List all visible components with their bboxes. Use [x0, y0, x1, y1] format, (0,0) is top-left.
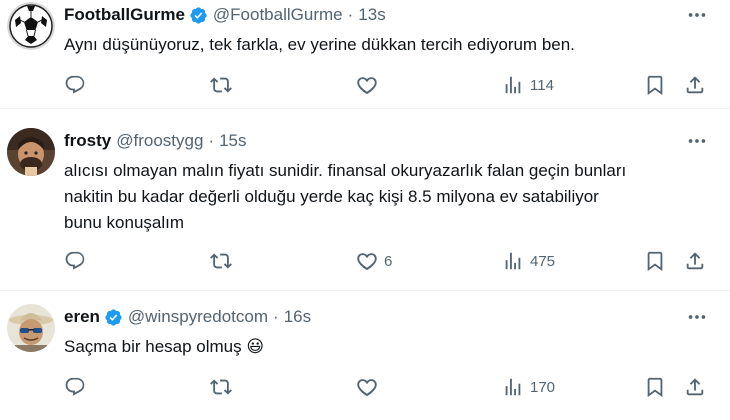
- share-icon: [686, 76, 704, 94]
- tweet[interactable]: FootballGurme @FootballGurme · 13s Aynı …: [0, 0, 730, 104]
- separator-dot: ·: [347, 5, 354, 24]
- retweet-button[interactable]: [210, 72, 232, 98]
- bookmark-icon: [647, 75, 663, 96]
- display-name[interactable]: eren: [64, 307, 100, 327]
- like-button[interactable]: 6: [356, 248, 392, 274]
- tweet-text: alıcısı olmayan malın fiyatı sunidir. fi…: [64, 158, 714, 236]
- bookmark-button[interactable]: [644, 374, 666, 400]
- share-button[interactable]: [684, 374, 706, 400]
- share-icon: [686, 252, 704, 270]
- tweet-text-line: bunu konuşalım: [64, 213, 185, 232]
- tweet-text-line: Saçma bir hesap olmuş 😃: [64, 337, 265, 356]
- display-name[interactable]: FootballGurme: [64, 5, 185, 25]
- separator-dot: ·: [208, 131, 215, 150]
- tweet-text-line: alıcısı olmayan malın fiyatı sunidir. fi…: [64, 161, 627, 180]
- share-button[interactable]: [684, 248, 706, 274]
- timestamp[interactable]: 15s: [219, 131, 246, 151]
- tweet[interactable]: eren @winspyredotcom · 16s Saçma bir hes…: [0, 298, 730, 420]
- reply-button[interactable]: [64, 374, 86, 400]
- divider: [0, 108, 730, 109]
- reply-icon: [65, 75, 85, 94]
- bookmark-button[interactable]: [644, 248, 666, 274]
- display-name[interactable]: frosty: [64, 131, 111, 151]
- bookmark-button[interactable]: [644, 72, 666, 98]
- tweet[interactable]: frosty @froostygg · 15s alıcısı olmayan …: [0, 122, 730, 288]
- more-options-icon[interactable]: [686, 306, 708, 328]
- verified-badge-icon: [105, 308, 122, 326]
- tweet-text: Saçma bir hesap olmuş 😃: [64, 334, 714, 360]
- reply-button[interactable]: [64, 72, 86, 98]
- tweet-header: eren @winspyredotcom · 16s: [64, 306, 311, 328]
- bookmark-icon: [647, 251, 663, 272]
- tweet-header: FootballGurme @FootballGurme · 13s: [64, 4, 386, 26]
- bookmark-icon: [647, 377, 663, 398]
- avatar[interactable]: [7, 128, 55, 176]
- separator-dot: ·: [273, 307, 279, 326]
- like-button[interactable]: [356, 72, 384, 98]
- reply-button[interactable]: [64, 248, 86, 274]
- heart-icon: [357, 77, 377, 95]
- handle[interactable]: @winspyredotcom: [128, 307, 268, 327]
- timestamp[interactable]: 13s: [358, 5, 385, 25]
- soccer-ball-icon: [7, 2, 55, 50]
- more-options-icon[interactable]: [686, 130, 708, 152]
- man-with-hat-avatar: [7, 304, 55, 352]
- retweet-icon: [210, 77, 232, 93]
- divider: [0, 290, 730, 291]
- retweet-icon: [210, 253, 232, 269]
- tweet-text-line: Aynı düşünüyoruz, tek farkla, ev yerine …: [64, 35, 575, 54]
- action-bar: 6 475: [0, 248, 730, 274]
- reply-icon: [65, 251, 85, 270]
- views-button[interactable]: 114: [502, 72, 554, 98]
- more-options-icon[interactable]: [686, 4, 708, 26]
- view-count: 170: [530, 378, 556, 396]
- tweet-text: Aynı düşünüyoruz, tek farkla, ev yerine …: [64, 32, 714, 58]
- retweet-button[interactable]: [210, 374, 232, 400]
- analytics-icon: [505, 378, 521, 396]
- action-bar: 114: [0, 72, 730, 98]
- action-bar: 170: [0, 374, 730, 400]
- man-photo-avatar: [7, 128, 55, 176]
- avatar[interactable]: [7, 2, 55, 50]
- share-button[interactable]: [684, 72, 706, 98]
- analytics-icon: [505, 252, 521, 270]
- timestamp[interactable]: 16s: [284, 307, 311, 327]
- tweet-header: frosty @froostygg · 15s: [64, 130, 247, 152]
- handle[interactable]: @FootballGurme: [213, 5, 343, 25]
- verified-badge-icon: [190, 6, 207, 24]
- heart-icon: [357, 379, 377, 397]
- view-count: 114: [530, 76, 554, 94]
- views-button[interactable]: 170: [502, 374, 555, 400]
- reply-icon: [65, 377, 85, 396]
- heart-icon: [357, 253, 377, 271]
- analytics-icon: [505, 76, 521, 94]
- views-button[interactable]: 475: [502, 248, 555, 274]
- retweet-button[interactable]: [210, 248, 232, 274]
- like-count: 6: [384, 252, 393, 270]
- handle[interactable]: @froostygg: [116, 131, 203, 151]
- view-count: 475: [530, 252, 556, 270]
- share-icon: [686, 378, 704, 396]
- retweet-icon: [210, 379, 232, 395]
- tweet-text-line: nakitin bu kadar değerli olduğu yerde ka…: [64, 187, 599, 206]
- avatar[interactable]: [7, 304, 55, 352]
- like-button[interactable]: [356, 374, 384, 400]
